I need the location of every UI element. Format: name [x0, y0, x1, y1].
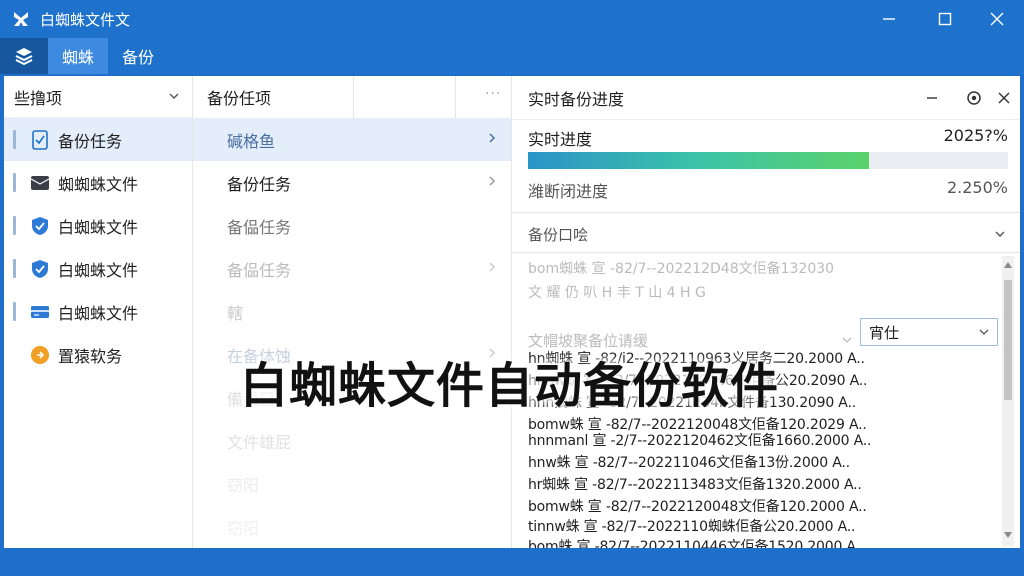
- log-line: bomw蛛 宣 -82/7--2022120048文佢备120.2000 A..: [528, 499, 867, 515]
- scroll-up-icon[interactable]: [1004, 262, 1012, 268]
- chevron-down-icon[interactable]: [994, 228, 1006, 240]
- filter-select-value: 宵仕: [869, 323, 900, 342]
- sync-progress-row: 潍断闭进度 2.250%: [528, 178, 1008, 202]
- task-doc-icon: [30, 129, 50, 150]
- log-line: hr蜘蛛 宣 -82/7--2022113483文佢备1320.2000 A..: [528, 477, 862, 493]
- tab-backup[interactable]: 备份: [108, 38, 168, 74]
- tab-spider[interactable]: 蜘蛛: [48, 38, 109, 74]
- chevron-right-icon: [489, 133, 496, 143]
- sidebar-item-label: 白蜘蛛文件: [58, 260, 139, 280]
- layers-icon: [15, 48, 33, 66]
- close-icon: [998, 92, 1010, 104]
- sidebar-item-label: 置猿软务: [58, 346, 123, 366]
- shield-icon: [30, 216, 50, 236]
- sidebar: 些撸项 备份任务 蜘蜘蛛文件 白蜘蛛文件 白蜘蛛文件 白蜘蛛文件 置猿软务: [4, 76, 193, 548]
- coin-icon: [30, 345, 50, 365]
- task-list: 备份任项 ··· 碱格鱼 备份任务 备偘任务 备偘任务 轄 在备体蚀 備偘巳 文…: [193, 76, 512, 548]
- sidebar-item-label: 白蜘蛛文件: [58, 303, 139, 323]
- close-icon: [990, 12, 1004, 26]
- sidebar-item-white-spider-3[interactable]: 白蜘蛛文件: [4, 290, 192, 333]
- progress-panel-title: 实时备份进度: [528, 89, 625, 109]
- filter-select[interactable]: 宵仕: [860, 318, 998, 346]
- sidebar-header[interactable]: 些撸项: [4, 76, 192, 118]
- close-button[interactable]: [970, 0, 1024, 38]
- chevron-down-icon[interactable]: [842, 336, 852, 344]
- bottom-frame: [0, 548, 1024, 576]
- sidebar-header-label: 些撸项: [14, 88, 63, 108]
- sidebar-item-label: 白蜘蛛文件: [58, 217, 139, 237]
- card-icon: [30, 302, 50, 322]
- task-list-header-label: 备份任项: [207, 89, 272, 108]
- realtime-progress-value: 2025?%: [943, 126, 1008, 145]
- faded-log-line: bom蜘蛛 宣 -82/7--202212D48文佢备132030: [528, 261, 835, 277]
- chevron-right-icon: [489, 262, 496, 272]
- task-item[interactable]: 备份任务: [193, 161, 511, 204]
- sync-progress-label: 潍断闭进度: [528, 182, 609, 201]
- task-item[interactable]: 窃阳: [193, 505, 511, 548]
- maximize-icon: [938, 12, 952, 26]
- scrollbar-thumb[interactable]: [1004, 280, 1012, 400]
- task-item-label: 备份任务: [227, 174, 292, 194]
- task-item[interactable]: 碱格鱼: [193, 118, 511, 161]
- task-item-label: 备偘任务: [227, 260, 292, 280]
- task-item[interactable]: 文件雄屁: [193, 419, 511, 462]
- shield-icon: [30, 259, 50, 279]
- gear-icon: [967, 91, 981, 105]
- chevron-down-icon: [979, 329, 989, 335]
- task-item-label: 窃阳: [227, 475, 260, 495]
- log-scrollbar[interactable]: [1002, 256, 1014, 546]
- task-item-label: 轄: [227, 303, 244, 323]
- task-item-label: 备偘任务: [227, 217, 292, 237]
- log-line: hnnmanl 宣 -2/7--2022120462文佢备1660.2000 A…: [528, 433, 872, 449]
- scroll-down-icon[interactable]: [1004, 532, 1012, 538]
- task-item[interactable]: 备偘任务: [193, 204, 511, 247]
- task-item-label: 碱格鱼: [227, 131, 276, 151]
- chevron-right-icon: [489, 176, 496, 186]
- backup-log-label: 备份口哙: [528, 226, 589, 244]
- collapse-button[interactable]: [922, 88, 942, 108]
- sidebar-item-spider-files[interactable]: 蜘蜘蛛文件: [4, 161, 192, 204]
- minimize-button[interactable]: [862, 0, 916, 38]
- sidebar-item-backup-task[interactable]: 备份任务: [4, 118, 192, 161]
- task-item[interactable]: 备偘任务: [193, 247, 511, 290]
- main-content: 些撸项 备份任务 蜘蜘蛛文件 白蜘蛛文件 白蜘蛛文件 白蜘蛛文件 置猿软务 备份…: [4, 76, 1020, 555]
- sidebar-item-white-spider-1[interactable]: 白蜘蛛文件: [4, 204, 192, 247]
- task-item[interactable]: 轄: [193, 290, 511, 333]
- app-logo-icon: [10, 8, 32, 30]
- faded-log-line: 文 耀 仍 叭 H 丰 T 山 4 H G: [528, 285, 706, 301]
- progress-panel-header: 实时备份进度: [512, 76, 1020, 120]
- chevron-down-icon: [169, 93, 179, 99]
- task-item-label: 文件雄屁: [227, 432, 292, 452]
- mail-icon: [30, 173, 50, 193]
- window-title: 白蜘蛛文件文: [40, 10, 131, 29]
- panel-close-button[interactable]: [994, 88, 1014, 108]
- progress-panel: 实时备份进度 实时进度 2025?% 潍断闭进度 2.250% 备份口哙 bom…: [512, 76, 1020, 555]
- minimize-icon: [883, 18, 895, 20]
- sync-progress-value: 2.250%: [946, 178, 1008, 197]
- task-list-header: 备份任项 ···: [193, 76, 511, 118]
- progress-bar: [528, 152, 1008, 169]
- tab-bar: 蜘蛛 备份: [0, 38, 1024, 74]
- realtime-progress-label: 实时进度: [528, 130, 593, 149]
- settings-button[interactable]: [964, 88, 984, 108]
- progress-bar-fill: [528, 152, 869, 169]
- sidebar-item-label: 备份任务: [58, 131, 123, 151]
- sidebar-item-settings[interactable]: 置猿软务: [4, 333, 192, 376]
- more-icon[interactable]: ···: [485, 86, 501, 102]
- sidebar-item-white-spider-2[interactable]: 白蜘蛛文件: [4, 247, 192, 290]
- log-line: hnw蛛 宣 -82/7--202211046文佢备13份.2000 A..: [528, 455, 850, 471]
- overlay-title: 白蜘蛛文件自动备份软件: [240, 358, 780, 414]
- realtime-progress-row: 实时进度 2025?%: [528, 126, 1008, 150]
- maximize-button[interactable]: [918, 0, 972, 38]
- task-item[interactable]: 窃阳: [193, 462, 511, 505]
- minus-icon: [927, 97, 937, 99]
- sidebar-item-label: 蜘蜘蛛文件: [58, 174, 139, 194]
- home-tab-button[interactable]: [0, 38, 48, 74]
- log-line: tinnw蛛 宣 -82/7--2022110蜘蛛佢备公20.2000 A..: [528, 519, 856, 535]
- title-bar: 白蜘蛛文件文: [0, 0, 1024, 38]
- task-item-label: 窃阳: [227, 518, 260, 538]
